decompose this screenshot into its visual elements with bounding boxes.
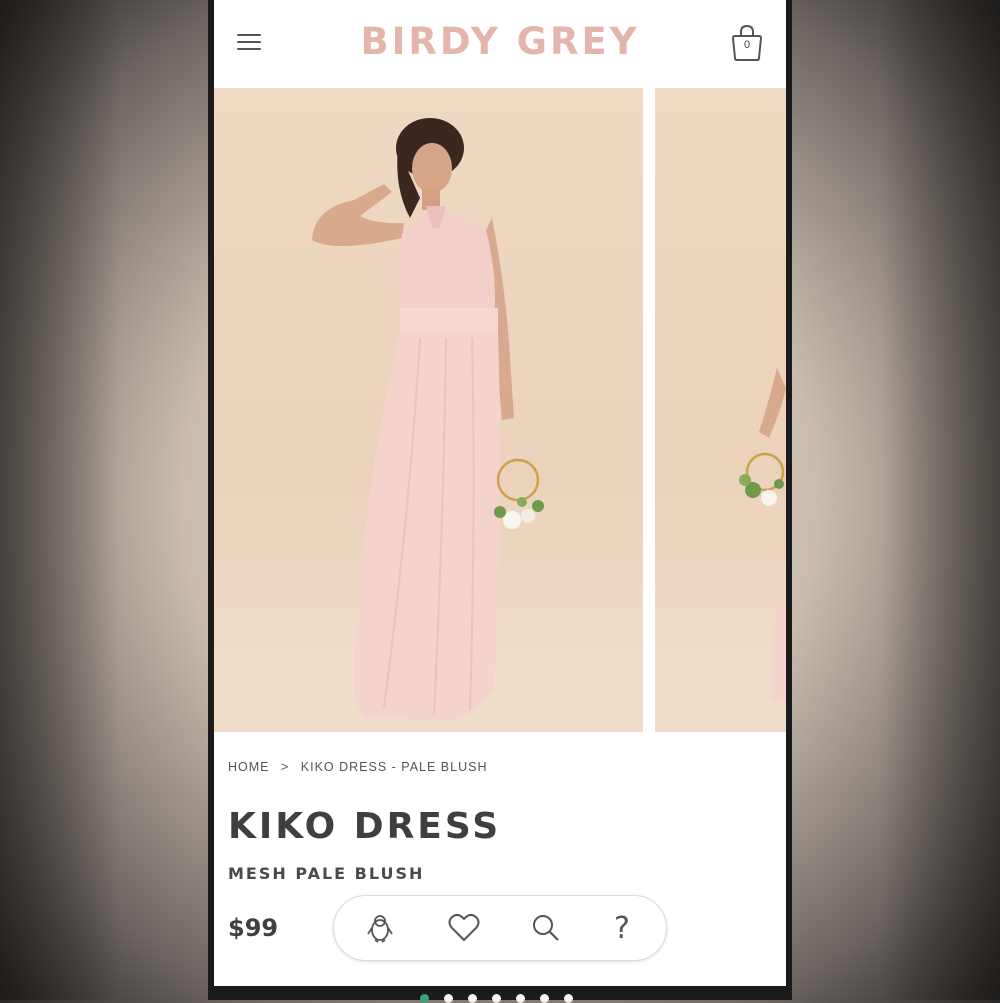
product-image-next[interactable] [655,88,786,732]
wishlist-button[interactable] [444,908,484,948]
pager-dot[interactable] [444,994,453,1003]
cart-button[interactable]: 0 [727,22,767,64]
heart-icon [448,913,480,942]
breadcrumb-current-link[interactable]: KIKO DRESS - PALE BLUSH [301,760,488,774]
product-title: KIKO DRESS [228,806,502,847]
pager-dot[interactable] [468,994,477,1003]
site-header: BIRDY GREY 0 [214,0,786,86]
pager-dot-active[interactable] [420,994,429,1003]
help-button[interactable]: ? [602,908,642,948]
penguin-icon [367,915,393,943]
search-icon [533,915,559,941]
pager-dot[interactable] [516,994,525,1003]
breadcrumb-separator: > [280,760,290,774]
product-image-carousel[interactable] [214,86,786,732]
brand-logo[interactable]: BIRDY GREY [214,20,786,63]
floating-action-bar: ? [333,895,667,961]
pager-dot[interactable] [492,994,501,1003]
cart-count-badge: 0 [743,39,751,51]
penguin-button[interactable] [360,908,400,948]
product-price: $99 [228,914,279,942]
model-photo-illustration-next [655,368,786,732]
product-variant: MESH PALE BLUSH [228,864,425,883]
model-photo-illustration [214,118,643,732]
product-image-main[interactable] [214,88,643,732]
product-screen: BIRDY GREY 0 HOME > KIKO DRESS - PALE BL… [214,0,786,986]
search-button[interactable] [526,908,566,948]
breadcrumb: HOME > KIKO DRESS - PALE BLUSH [228,760,488,774]
pager-dot[interactable] [540,994,549,1003]
help-icon: ? [614,910,630,946]
breadcrumb-home-link[interactable]: HOME [228,760,270,774]
pager-dot[interactable] [564,994,573,1003]
